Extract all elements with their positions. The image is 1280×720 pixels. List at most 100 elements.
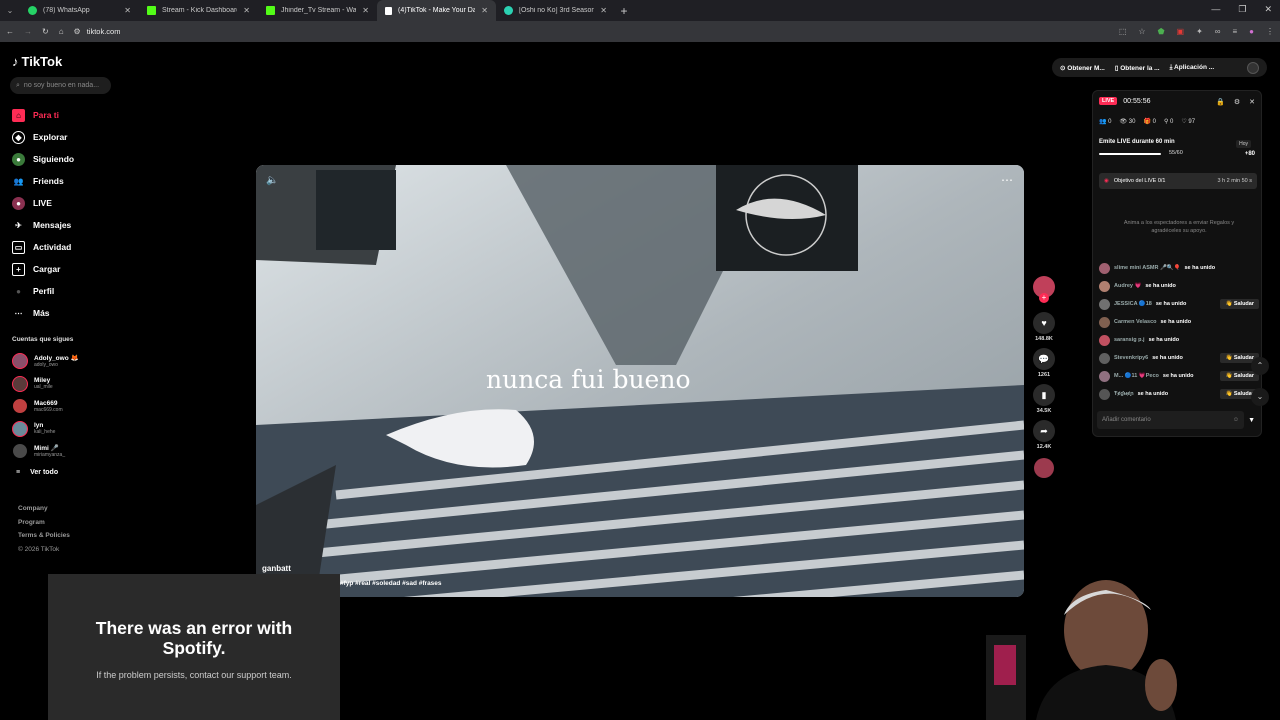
shield-extension-icon[interactable]: ⬟ [1158, 27, 1165, 36]
sidebar-item-mas[interactable]: ⋯ Más [12, 302, 112, 324]
video-player[interactable]: 🔈 ⋯ nunca fui bueno ganbatt [256, 165, 1024, 597]
emoji-icon[interactable]: ☺ [1233, 417, 1239, 423]
see-all-link[interactable]: ≡ Ver todo [16, 469, 58, 476]
search-icon: ⌕ [16, 81, 20, 89]
url-field[interactable]: tiktok.com [87, 27, 121, 36]
music-disc-icon[interactable] [1034, 458, 1054, 478]
live-goal-title: Emite LIVE durante 60 min [1099, 139, 1175, 145]
live-studio-panel: LIVE 00:55:56 🔒 ⚙ ✕ 👥 0 👁 30 🎁 0 ⚲ 0 ♡ 9… [1092, 90, 1262, 437]
greet-button[interactable]: 👋 Saludar [1220, 299, 1259, 309]
home-icon[interactable]: ⌂ [59, 27, 64, 36]
desktop-app-button[interactable]: ⤓ Aplicación ... [1170, 64, 1215, 72]
spotify-error-title: There was an error with Spotify. [95, 618, 293, 658]
following-account[interactable]: Miley ual_mile [12, 373, 79, 396]
comment-icon: 💬 [1038, 353, 1050, 364]
following-account[interactable]: lyn kali_hehe [12, 418, 79, 441]
comment-input[interactable]: Añadir comentario ☺ [1097, 411, 1244, 429]
video-actions: + ♥ 148.8K 💬 1261 ▮ 34.5K ➦ 12.4K [1030, 276, 1058, 478]
media-icon[interactable]: ≡ [1232, 27, 1237, 36]
scroll-up-button[interactable]: ⌃ [1251, 357, 1269, 375]
back-icon[interactable]: ← [6, 27, 14, 36]
following-account[interactable]: Mimi 🎤 miriamyanza_ [12, 440, 79, 463]
close-tab-icon[interactable]: ✕ [124, 6, 131, 15]
install-icon[interactable]: ⬚ [1119, 27, 1127, 36]
kick-icon [147, 6, 156, 15]
browser-tab[interactable]: Stream - Kick Dashboard ✕ [139, 0, 258, 21]
following-account[interactable]: Adoly_owo 🦊 adoly_owo [12, 350, 79, 373]
link-icon[interactable]: ∞ [1215, 27, 1221, 36]
sidebar-item-mensajes[interactable]: ✈ Mensajes [12, 214, 112, 236]
close-tab-icon[interactable]: ✕ [362, 6, 369, 15]
follow-plus-icon[interactable]: + [1039, 293, 1049, 303]
browser-tab[interactable]: Jhinder_Tv Stream - Watch Live✕ [258, 0, 377, 21]
menu-icon[interactable]: ⋮ [1266, 27, 1274, 36]
live-objective[interactable]: ◉ Objetivo del LIVE 0/1 3 h 2 min 50 s [1099, 173, 1257, 189]
extension-icon[interactable]: ▣ [1177, 27, 1185, 36]
scroll-down-button[interactable]: ⌄ [1251, 388, 1269, 406]
sidebar-item-siguiendo[interactable]: ● Siguiendo [12, 148, 112, 170]
sidebar-item-friends[interactable]: 👥 Friends [12, 170, 112, 192]
get-coins-button[interactable]: ⊙ Obtener M... [1060, 64, 1105, 72]
avatar [1099, 262, 1110, 274]
following-account[interactable]: Mac669 mac669.com [12, 395, 79, 418]
browser-tab-active[interactable]: (4)TikTok - Make Your Day ✕ [377, 0, 496, 21]
close-tab-icon[interactable]: ✕ [243, 6, 250, 15]
stat-viewers: 👥 0 [1099, 119, 1112, 125]
avatar [1099, 316, 1110, 328]
more-options-icon[interactable]: ⋯ [1001, 173, 1014, 187]
browser-tab[interactable]: (78) WhatsApp ✕ [20, 0, 139, 21]
stat-views: 👁 30 [1119, 119, 1136, 125]
tiktok-icon [385, 6, 392, 15]
new-tab-button[interactable]: + [615, 4, 633, 18]
footer-link-program[interactable]: Program [18, 516, 70, 530]
window-controls: — ❐ ✕ [1211, 4, 1272, 15]
bookmark-star-icon[interactable]: ☆ [1138, 27, 1145, 36]
activity-icon: ▭ [12, 240, 25, 254]
forward-icon[interactable]: → [24, 27, 32, 36]
live-header: LIVE 00:55:56 [1099, 97, 1150, 105]
creator-avatar[interactable]: + [1033, 276, 1055, 303]
volume-icon[interactable]: 🔈 [266, 175, 278, 186]
spotify-error-subtitle: If the problem persists, contact our sup… [96, 670, 292, 680]
filter-icon[interactable]: ▼ [1248, 417, 1255, 424]
close-tab-icon[interactable]: ✕ [481, 6, 488, 15]
share-button[interactable]: ➦ [1033, 420, 1055, 442]
avatar [1099, 370, 1110, 382]
comment-button[interactable]: 💬 [1033, 348, 1055, 370]
tab-search-icon[interactable]: ⌄ [0, 6, 20, 15]
settings-icon[interactable]: ⚙ [1234, 98, 1240, 106]
sidebar-item-actividad[interactable]: ▭ Actividad [12, 236, 112, 258]
sidebar-item-para-ti[interactable]: ⌂ Para ti [12, 104, 112, 126]
reload-icon[interactable]: ↻ [42, 27, 49, 36]
close-tab-icon[interactable]: ✕ [600, 6, 607, 15]
avatar[interactable] [1247, 61, 1259, 74]
close-icon[interactable]: ✕ [1249, 98, 1255, 106]
maximize-icon[interactable]: ❐ [1238, 4, 1246, 15]
search-input[interactable]: ⌕ no soy bueno en nada... [10, 77, 111, 94]
video-hashtags[interactable]: #fyp #real #soledad #sad #frases [340, 580, 442, 587]
sidebar-item-cargar[interactable]: + Cargar [12, 258, 112, 280]
like-button[interactable]: ♥ [1033, 312, 1055, 334]
tiktok-logo[interactable]: ♪ TikTok [12, 54, 62, 69]
save-button[interactable]: ▮ [1033, 384, 1055, 406]
webcam-overlay [986, 580, 1177, 720]
footer-link-terms[interactable]: Terms & Policies [18, 529, 70, 543]
close-window-icon[interactable]: ✕ [1264, 4, 1272, 15]
browser-tab[interactable]: [Oshi no Ko] 3rd Season Episode✕ [496, 0, 615, 21]
avatar [1099, 298, 1110, 310]
lock-icon[interactable]: 🔒 [1216, 98, 1225, 106]
get-app-button[interactable]: ▯ Obtener la ... [1115, 64, 1160, 72]
sidebar-item-live[interactable]: ● LIVE [12, 192, 112, 214]
live-timer: 00:55:56 [1123, 97, 1151, 105]
profile-avatar-icon[interactable]: ● [1249, 27, 1254, 36]
sidebar-item-perfil[interactable]: ● Perfil [12, 280, 112, 302]
minimize-icon[interactable]: — [1211, 4, 1220, 15]
more-icon: ⋯ [14, 308, 23, 318]
video-author[interactable]: ganbatt [262, 564, 291, 573]
sidebar-item-explorar[interactable]: ◆ Explorar [12, 126, 112, 148]
site-info-icon[interactable]: ⚙ [74, 27, 81, 36]
footer-link-company[interactable]: Company [18, 502, 70, 516]
save-count: 34.5K [1036, 408, 1052, 414]
share-count: 12.4K [1036, 444, 1052, 450]
puzzle-icon[interactable]: ✦ [1196, 27, 1203, 36]
